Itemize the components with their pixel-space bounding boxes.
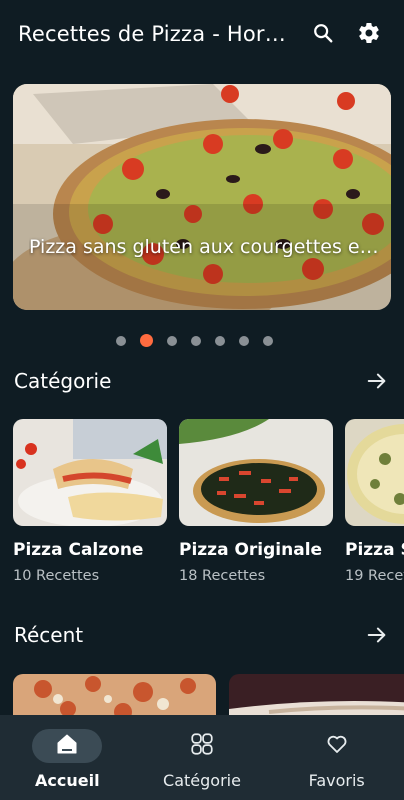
bottom-navigation: Accueil Catégorie Favoris	[0, 715, 404, 800]
nav-icon-container	[302, 729, 372, 763]
recent-recipe-image	[13, 674, 216, 719]
carousel-dot[interactable]	[191, 335, 201, 346]
arrow-right-icon[interactable]	[364, 368, 390, 394]
banner-caption: Pizza sans gluten aux courgettes et toma…	[29, 236, 379, 258]
category-recipe-count: 18 Recettes	[179, 568, 266, 584]
carousel-dot[interactable]	[215, 335, 225, 346]
category-recipe-count: 10 Recettes	[13, 568, 100, 584]
calzone-image	[13, 419, 167, 526]
carousel-indicator	[116, 334, 273, 347]
carousel-dot[interactable]	[116, 335, 126, 346]
recent-recipe-image	[229, 674, 404, 719]
category-section-header: Catégorie	[14, 366, 390, 396]
category-carousel: Pizza Calzone 10 Recettes Pizza Original…	[13, 419, 404, 589]
nav-item-categorie[interactable]: Catégorie	[135, 715, 270, 800]
recent-section-title: Récent	[14, 623, 84, 647]
search-icon[interactable]	[310, 20, 336, 46]
heart-icon	[325, 732, 349, 760]
home-icon	[55, 732, 79, 760]
app-title: Recettes de Pizza - Hors ligne	[18, 22, 290, 46]
settings-icon[interactable]	[356, 20, 382, 46]
nav-active-indicator	[32, 729, 103, 763]
category-recipe-count: 19 Recettes	[345, 568, 404, 584]
nav-label: Accueil	[35, 771, 100, 790]
nav-label: Catégorie	[163, 771, 241, 790]
category-card-calzone[interactable]: Pizza Calzone 10 Recettes	[13, 419, 167, 584]
nav-label: Favoris	[308, 771, 365, 790]
featured-recipe-banner[interactable]: Pizza sans gluten aux courgettes et toma…	[13, 84, 391, 310]
arrow-right-icon[interactable]	[364, 622, 390, 648]
grid-icon	[189, 731, 215, 761]
nav-item-favoris[interactable]: Favoris	[269, 715, 404, 800]
category-name: Pizza S	[345, 540, 404, 560]
recent-carousel	[13, 674, 404, 719]
category-card-originale[interactable]: Pizza Originale 18 Recettes	[179, 419, 333, 584]
category-card-third[interactable]: Pizza S 19 Recettes	[345, 419, 404, 584]
carousel-dot[interactable]	[239, 335, 249, 346]
category-section-title: Catégorie	[14, 369, 112, 393]
carousel-dot-active[interactable]	[140, 334, 153, 347]
recent-recipe-card[interactable]	[229, 674, 404, 719]
nav-icon-container	[167, 729, 237, 763]
recent-recipe-card[interactable]	[13, 674, 216, 719]
app-bar: Recettes de Pizza - Hors ligne	[0, 0, 404, 68]
carousel-dot[interactable]	[167, 335, 177, 346]
nav-item-accueil[interactable]: Accueil	[0, 715, 135, 800]
third-category-image	[345, 419, 404, 526]
category-name: Pizza Originale	[179, 540, 323, 560]
originale-image	[179, 419, 333, 526]
featured-pizza-image	[13, 84, 391, 310]
recent-section-header: Récent	[14, 620, 390, 650]
carousel-dot[interactable]	[263, 335, 273, 346]
category-name: Pizza Calzone	[13, 540, 144, 560]
